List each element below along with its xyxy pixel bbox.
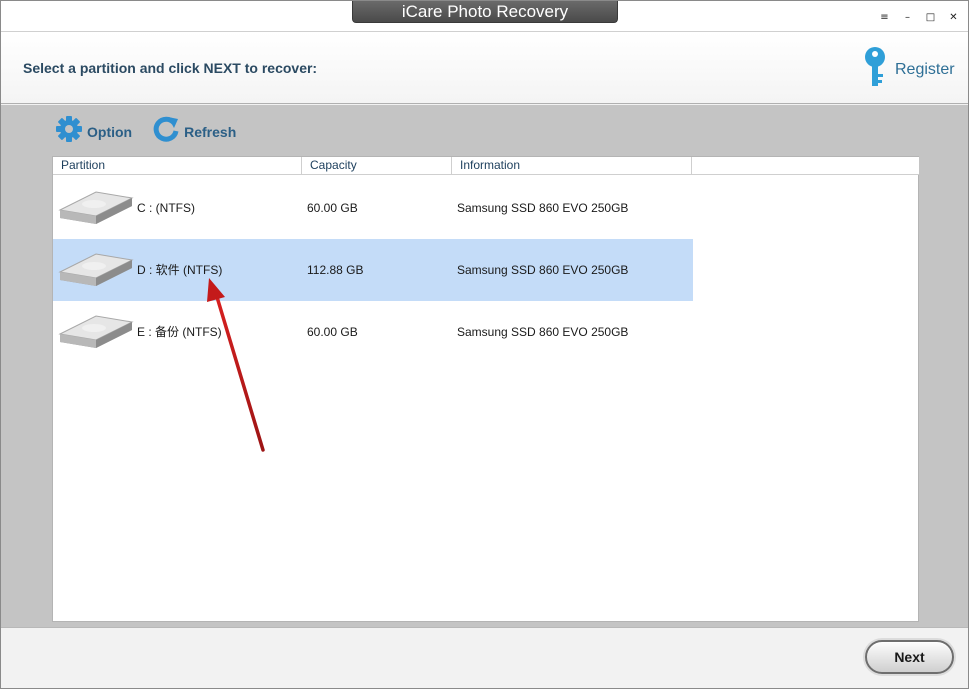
table-row-selected[interactable]: D : 软件 (NTFS) 112.88 GB Samsung SSD 860 … [53, 239, 693, 301]
hard-drive-icon [56, 314, 134, 353]
partition-table: Partition Capacity Information C : (NTFS… [52, 156, 919, 622]
partition-name: C : (NTFS) [137, 201, 195, 215]
minimize-icon[interactable]: – [901, 11, 914, 24]
window-controls: ≡ – □ ✕ [878, 11, 960, 24]
table-header: Partition Capacity Information [53, 157, 919, 175]
partition-capacity: 60.00 GB [307, 201, 358, 215]
column-header-partition[interactable]: Partition [53, 157, 302, 175]
column-header-capacity[interactable]: Capacity [302, 157, 452, 175]
app-window: iCare Photo Recovery ≡ – □ ✕ Select a pa… [0, 0, 969, 689]
partition-information: Samsung SSD 860 EVO 250GB [457, 325, 629, 339]
refresh-button[interactable]: Refresh [152, 115, 236, 148]
partition-capacity: 112.88 GB [307, 263, 364, 277]
table-row[interactable]: E : 备份 (NTFS) 60.00 GB Samsung SSD 860 E… [53, 301, 693, 363]
partition-name: E : 备份 (NTFS) [137, 325, 222, 339]
partition-information: Samsung SSD 860 EVO 250GB [457, 263, 629, 277]
refresh-label: Refresh [184, 123, 237, 140]
column-header-information[interactable]: Information [452, 157, 692, 175]
partition-information: Samsung SSD 860 EVO 250GB [457, 201, 629, 215]
refresh-icon [152, 115, 180, 148]
gear-icon [55, 115, 83, 148]
next-button[interactable]: Next [865, 640, 954, 674]
partition-capacity: 60.00 GB [307, 325, 358, 339]
register-button[interactable]: Register [863, 46, 955, 93]
menu-icon[interactable]: ≡ [878, 11, 891, 24]
register-label: Register [895, 60, 955, 78]
title-bar[interactable]: iCare Photo Recovery ≡ – □ ✕ [1, 1, 968, 31]
key-icon [863, 46, 887, 93]
maximize-icon[interactable]: □ [924, 11, 937, 24]
main-panel: Option Refresh Partition Capacity Inform… [1, 105, 968, 627]
close-icon[interactable]: ✕ [947, 11, 960, 24]
instruction-text: Select a partition and click NEXT to rec… [23, 60, 318, 76]
table-row[interactable]: C : (NTFS) 60.00 GB Samsung SSD 860 EVO … [53, 177, 693, 239]
partition-name: D : 软件 (NTFS) [137, 263, 223, 277]
option-label: Option [87, 123, 133, 140]
footer: Next [1, 627, 968, 688]
header: Select a partition and click NEXT to rec… [1, 31, 968, 104]
window-title: iCare Photo Recovery [352, 1, 618, 23]
hard-drive-icon [56, 252, 134, 291]
hard-drive-icon [56, 190, 134, 229]
toolbar: Option Refresh [55, 115, 256, 148]
option-button[interactable]: Option [55, 115, 132, 148]
